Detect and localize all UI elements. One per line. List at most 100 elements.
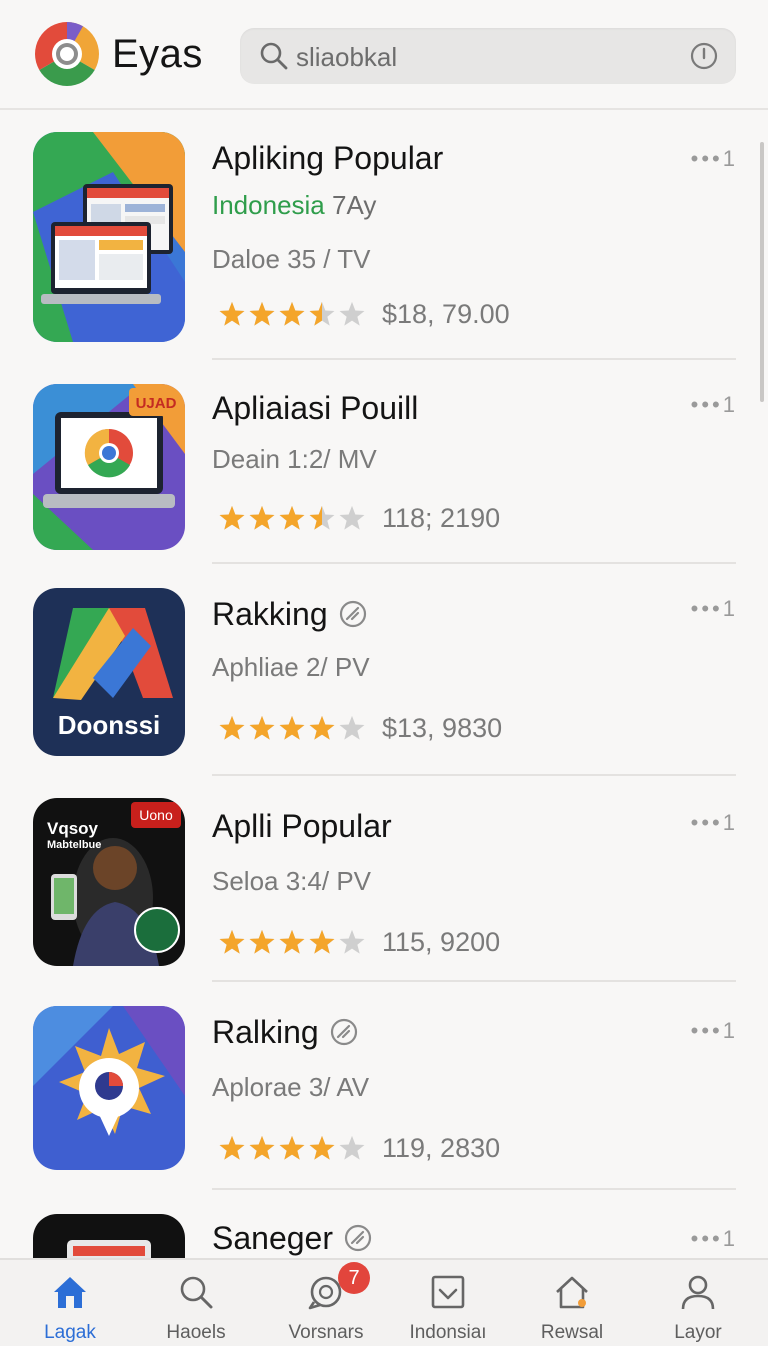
app-title-text: Ralking (212, 1014, 319, 1050)
profile-icon (681, 1275, 715, 1310)
more-menu-icon[interactable]: •••1 (691, 810, 738, 836)
app-meta: Daloe 35 / TV (212, 244, 371, 274)
app-title-text: Saneger (212, 1220, 333, 1256)
list-item[interactable]: Apliking Popular Indonesia 7Ay Daloe 35 … (0, 110, 768, 362)
search-icon (260, 42, 288, 70)
nav-item-layor[interactable]: Layor (634, 1260, 762, 1346)
app-list: Apliking Popular Indonesia 7Ay Daloe 35 … (0, 110, 768, 1258)
nav-label: Layor (674, 1322, 722, 1343)
rating-star-fill (249, 715, 275, 740)
rating-star (339, 301, 365, 326)
thumb-label: Doonssi (58, 710, 161, 740)
nav-label: Indonsiaı (409, 1322, 487, 1343)
app-title: Eyas (112, 32, 203, 76)
rating-stars (219, 301, 365, 326)
rating-star-fill (279, 1135, 305, 1160)
search-query: sliaobkal (296, 42, 398, 72)
list-item[interactable]: Saneger •••1 (0, 1192, 768, 1258)
download-box-icon (431, 1275, 465, 1309)
app-meta: Seloa 3:4/ PV (212, 866, 371, 896)
region-label: Indonesia (212, 190, 325, 220)
more-menu-icon[interactable]: •••1 (691, 392, 738, 418)
verified-icon (344, 1224, 372, 1252)
app-meta: Deain 1:2/ MV (212, 444, 377, 474)
app-thumbnail[interactable] (33, 1214, 185, 1258)
list-item[interactable]: UJAD Apliaiasi Pouill Deain 1:2/ MV 118;… (0, 362, 768, 566)
rating-star-fill (279, 505, 305, 530)
nav-item-indonsia[interactable]: Indonsiaı (384, 1260, 512, 1346)
thumb-title: Vqsoy (47, 819, 99, 838)
rating-star-fill (249, 301, 275, 326)
more-menu-icon[interactable]: •••1 (691, 1226, 738, 1252)
app-price: 118; 2190 (382, 503, 501, 533)
rating-star-fill (249, 505, 275, 530)
nav-item-lagak[interactable]: Lagak (6, 1260, 134, 1346)
search-icon (180, 1276, 213, 1309)
rating-stars (219, 1135, 365, 1160)
thumb-badge-text: UJAD (136, 395, 177, 412)
app-thumbnail[interactable] (33, 1006, 185, 1170)
list-item[interactable]: Uono Vqsoy Mabtelbue Aplli Popular Seloa… (0, 778, 768, 984)
rating-star-fill (249, 1135, 275, 1160)
app-title[interactable]: Aplli Popular (212, 808, 392, 845)
rating-star-fill (219, 715, 245, 740)
nav-item-haoels[interactable]: Haoels (132, 1260, 260, 1346)
divider (212, 774, 736, 776)
rating-star-fill (279, 929, 305, 954)
more-menu-icon[interactable]: •••1 (691, 1018, 738, 1044)
app-title[interactable]: Rakking (212, 596, 368, 633)
app-thumbnail[interactable]: UJAD (33, 384, 185, 550)
rating-star (339, 505, 365, 530)
thumb-subtitle: Mabtelbue (47, 839, 101, 851)
rating-star-fill (219, 301, 245, 326)
rating-star-fill (309, 1135, 335, 1160)
nav-label: Rewsal (540, 1322, 604, 1343)
nav-label: Haoels (166, 1322, 226, 1343)
rating-star (339, 1135, 365, 1160)
rating-star-fill (279, 715, 305, 740)
region-suffix: 7Ay (332, 190, 377, 220)
more-menu-icon[interactable]: •••1 (691, 596, 738, 622)
app-title[interactable]: Apliking Popular (212, 140, 443, 177)
app-title[interactable]: Apliaiasi Pouill (212, 390, 418, 427)
divider (212, 980, 736, 982)
app-thumbnail[interactable]: Uono Vqsoy Mabtelbue (33, 798, 185, 966)
app-thumbnail[interactable]: Doonssi (33, 588, 185, 756)
divider (212, 562, 736, 564)
rating-star-fill (219, 505, 245, 530)
app-price: 119, 2830 (382, 1133, 501, 1163)
app-region: Indonesia 7Ay (212, 190, 376, 221)
rating-star-fill (219, 929, 245, 954)
search-input[interactable]: sliaobkal (240, 28, 736, 84)
rating-star-fill (249, 929, 275, 954)
rating-stars (219, 505, 365, 530)
app-price: $13, 9830 (382, 713, 503, 743)
rating-star-fill (279, 301, 305, 326)
house-badge-icon (556, 1276, 588, 1309)
app-logo-icon[interactable] (33, 20, 101, 88)
rating-star-fill (219, 1135, 245, 1160)
list-item[interactable]: Ralking Aplorae 3/ AV 119, 2830 •••1 (0, 984, 768, 1192)
rating-stars (219, 715, 365, 740)
info-icon[interactable] (690, 42, 718, 70)
rating-star-fill (309, 929, 335, 954)
verified-icon (339, 600, 366, 628)
app-price: $18, 79.00 (382, 299, 510, 329)
divider (212, 1188, 736, 1190)
app-thumbnail[interactable] (33, 132, 185, 342)
more-menu-icon[interactable]: •••1 (691, 146, 738, 172)
nav-item-vorsnars[interactable]: Vorsnars (262, 1260, 390, 1346)
nav-label: Vorsnars (288, 1322, 364, 1343)
verified-icon (330, 1018, 357, 1046)
app-title[interactable]: Saneger (212, 1220, 373, 1257)
rating-star-fill (309, 715, 335, 740)
rating-star (339, 929, 365, 954)
thumb-badge-text: Uono (139, 807, 173, 823)
list-item[interactable]: Doonssi Rakking Aphliae 2/ PV $13, 9830 … (0, 566, 768, 778)
rating-stars (219, 929, 365, 954)
home-icon (54, 1277, 86, 1308)
top-bar: Eyas sliaobkal (0, 0, 768, 110)
app-meta: Aphliae 2/ PV (212, 652, 370, 682)
app-title[interactable]: Ralking (212, 1014, 359, 1051)
nav-item-rewsal[interactable]: Rewsal (508, 1260, 636, 1346)
